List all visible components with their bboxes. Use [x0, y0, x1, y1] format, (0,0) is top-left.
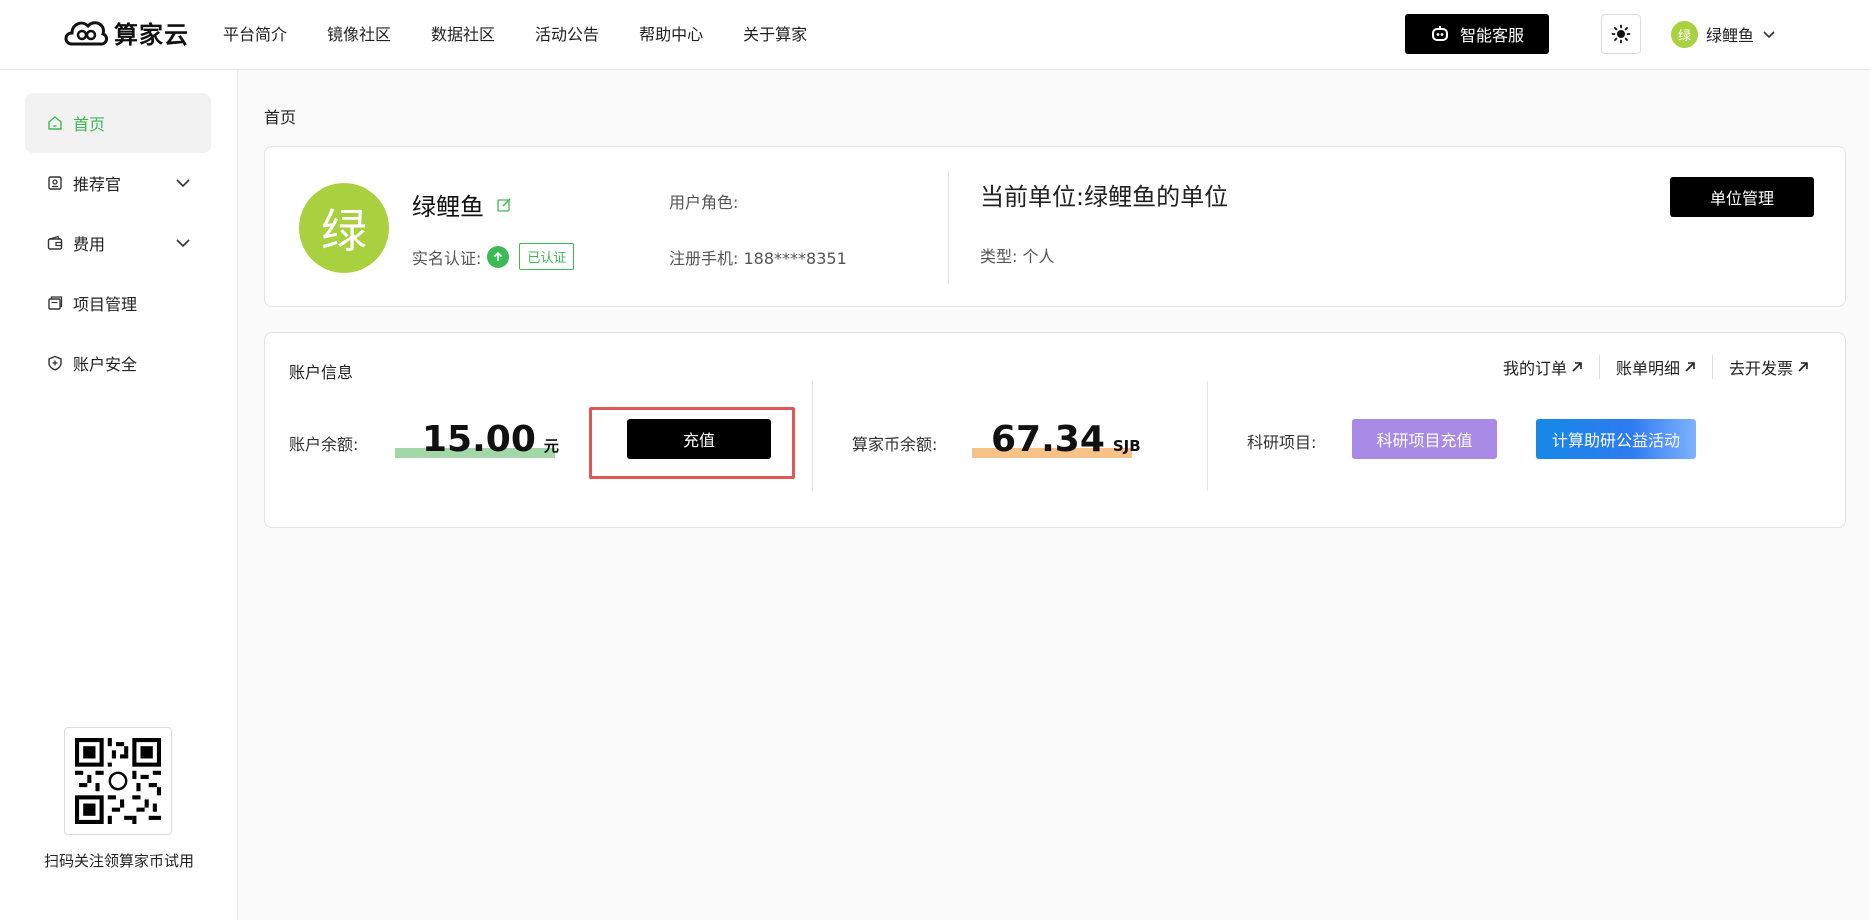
arrow-up-right-icon: [1685, 362, 1695, 372]
main-nav: 平台简介 镜像社区 数据社区 活动公告 帮助中心 关于算家: [223, 0, 847, 66]
current-unit: 当前单位:绿鲤鱼的单位: [980, 177, 1228, 212]
sidebar-item-home[interactable]: 首页: [25, 93, 211, 153]
invoice-link[interactable]: 去开发票: [1711, 355, 1825, 379]
bill-details-link[interactable]: 账单明细: [1598, 355, 1712, 379]
smart-service-button[interactable]: 智能客服: [1405, 14, 1549, 54]
coin-amount: 67.34 SJB: [972, 419, 1141, 460]
unit-type-value: 个人: [1022, 247, 1055, 266]
nav-data-community[interactable]: 数据社区: [431, 21, 495, 45]
unit-name: 绿鲤鱼的单位: [1084, 183, 1229, 211]
sidebar-item-projects[interactable]: 项目管理: [25, 273, 211, 333]
edit-icon[interactable]: [496, 197, 512, 213]
logo[interactable]: 算家云: [62, 14, 189, 50]
unit-management-button[interactable]: 单位管理: [1670, 177, 1814, 217]
profile-name: 绿鲤鱼: [412, 193, 484, 221]
balance-amount: 15.00 元: [395, 419, 559, 460]
coin-unit: SJB: [1112, 437, 1141, 455]
arrow-up-right-icon: [1798, 362, 1808, 372]
smart-service-label: 智能客服: [1459, 26, 1524, 45]
recharge-button[interactable]: 充值: [627, 419, 771, 459]
top-header: 算家云 平台简介 镜像社区 数据社区 活动公告 帮助中心 关于算家 智能客服 绿: [0, 0, 1870, 70]
avatar: 绿: [1671, 20, 1698, 48]
sidebar-item-label: 账户安全: [73, 355, 138, 374]
unit-label: 当前单位:: [980, 183, 1085, 211]
shield-icon: [48, 355, 62, 371]
verified-check-icon: [487, 245, 510, 268]
phone-label: 注册手机:: [669, 249, 739, 268]
my-orders-label: 我的订单: [1502, 359, 1567, 378]
wechat-qr-code: [64, 727, 172, 835]
coin-balance-label: 算家币余额:: [852, 435, 938, 454]
my-orders-link[interactable]: 我的订单: [1487, 355, 1599, 379]
folder-icon: [48, 296, 63, 310]
sidebar-item-label: 项目管理: [73, 295, 138, 314]
qr-caption: 扫码关注领算家币试用: [43, 852, 194, 870]
profile-name-row: 绿鲤鱼: [412, 187, 512, 222]
invoice-label: 去开发票: [1728, 359, 1793, 378]
divider: [948, 171, 949, 284]
balance-value: 15.00: [422, 419, 536, 460]
nav-help-center[interactable]: 帮助中心: [639, 21, 703, 45]
qr-code-icon: [75, 738, 161, 824]
balance-label: 账户余额:: [289, 435, 359, 454]
research-recharge-button[interactable]: 科研项目充值: [1352, 419, 1497, 459]
balance-unit: 元: [543, 437, 559, 455]
nav-image-community[interactable]: 镜像社区: [327, 21, 391, 45]
verified-badge: 已认证: [519, 243, 575, 270]
user-name: 绿鲤鱼: [1706, 26, 1755, 45]
account-info-card: 账户信息 我的订单 账单明细 去开发票 账户余额: 15.00 元 充值 算家币…: [264, 332, 1846, 528]
arrow-up-right-icon: [1572, 362, 1582, 372]
account-links: 我的订单 账单明细 去开发票: [1487, 355, 1825, 379]
wallet-icon: [47, 235, 63, 250]
bill-details-label: 账单明细: [1615, 359, 1680, 378]
nav-announcements[interactable]: 活动公告: [535, 21, 599, 45]
user-menu[interactable]: 绿 绿鲤鱼: [1671, 20, 1776, 48]
user-role: 用户角色:: [669, 193, 739, 212]
divider: [1207, 381, 1208, 491]
sidebar-item-fees[interactable]: 费用: [25, 213, 211, 273]
divider: [812, 381, 813, 491]
profile-card: 绿 绿鲤鱼 实名认证: 已认证 用户角色: 注册手机: 188****8351 …: [264, 146, 1846, 307]
chevron-down-icon: [1763, 31, 1775, 39]
sidebar-item-label: 首页: [73, 115, 106, 134]
profile-avatar: 绿: [299, 183, 389, 273]
registered-phone: 注册手机: 188****8351: [669, 245, 847, 269]
verification-row: 实名认证: 已认证: [412, 243, 575, 270]
research-project-label: 科研项目:: [1247, 433, 1317, 452]
nav-platform-intro[interactable]: 平台简介: [223, 21, 287, 45]
nav-about[interactable]: 关于算家: [743, 21, 807, 45]
compute-charity-button[interactable]: 计算助研公益活动: [1536, 419, 1696, 459]
sidebar-item-label: 费用: [73, 235, 106, 254]
sidebar-item-security[interactable]: 账户安全: [25, 333, 211, 393]
sidebar-item-referrer[interactable]: 推荐官: [25, 153, 211, 213]
logo-text: 算家云: [114, 20, 189, 49]
sun-icon: [1611, 24, 1631, 44]
unit-type: 类型: 个人: [980, 243, 1055, 267]
robot-icon: [1431, 26, 1448, 41]
phone-value: 188****8351: [743, 249, 847, 268]
home-icon: [48, 116, 62, 130]
unit-type-label: 类型:: [980, 247, 1018, 266]
breadcrumb: 首页: [264, 108, 297, 127]
sidebar-item-label: 推荐官: [73, 175, 122, 194]
logo-cloud-icon: [64, 21, 108, 46]
chevron-down-icon: [176, 179, 190, 188]
badge-icon: [48, 176, 62, 190]
chevron-down-icon: [176, 239, 190, 248]
theme-toggle-button[interactable]: [1601, 14, 1641, 54]
sidebar: 首页 推荐官 费用 项目管理 账户安全 扫码关注领算家币试用: [0, 70, 238, 920]
verification-label: 实名认证:: [412, 248, 482, 268]
coin-value: 67.34: [991, 419, 1105, 460]
account-info-title: 账户信息: [289, 363, 354, 382]
